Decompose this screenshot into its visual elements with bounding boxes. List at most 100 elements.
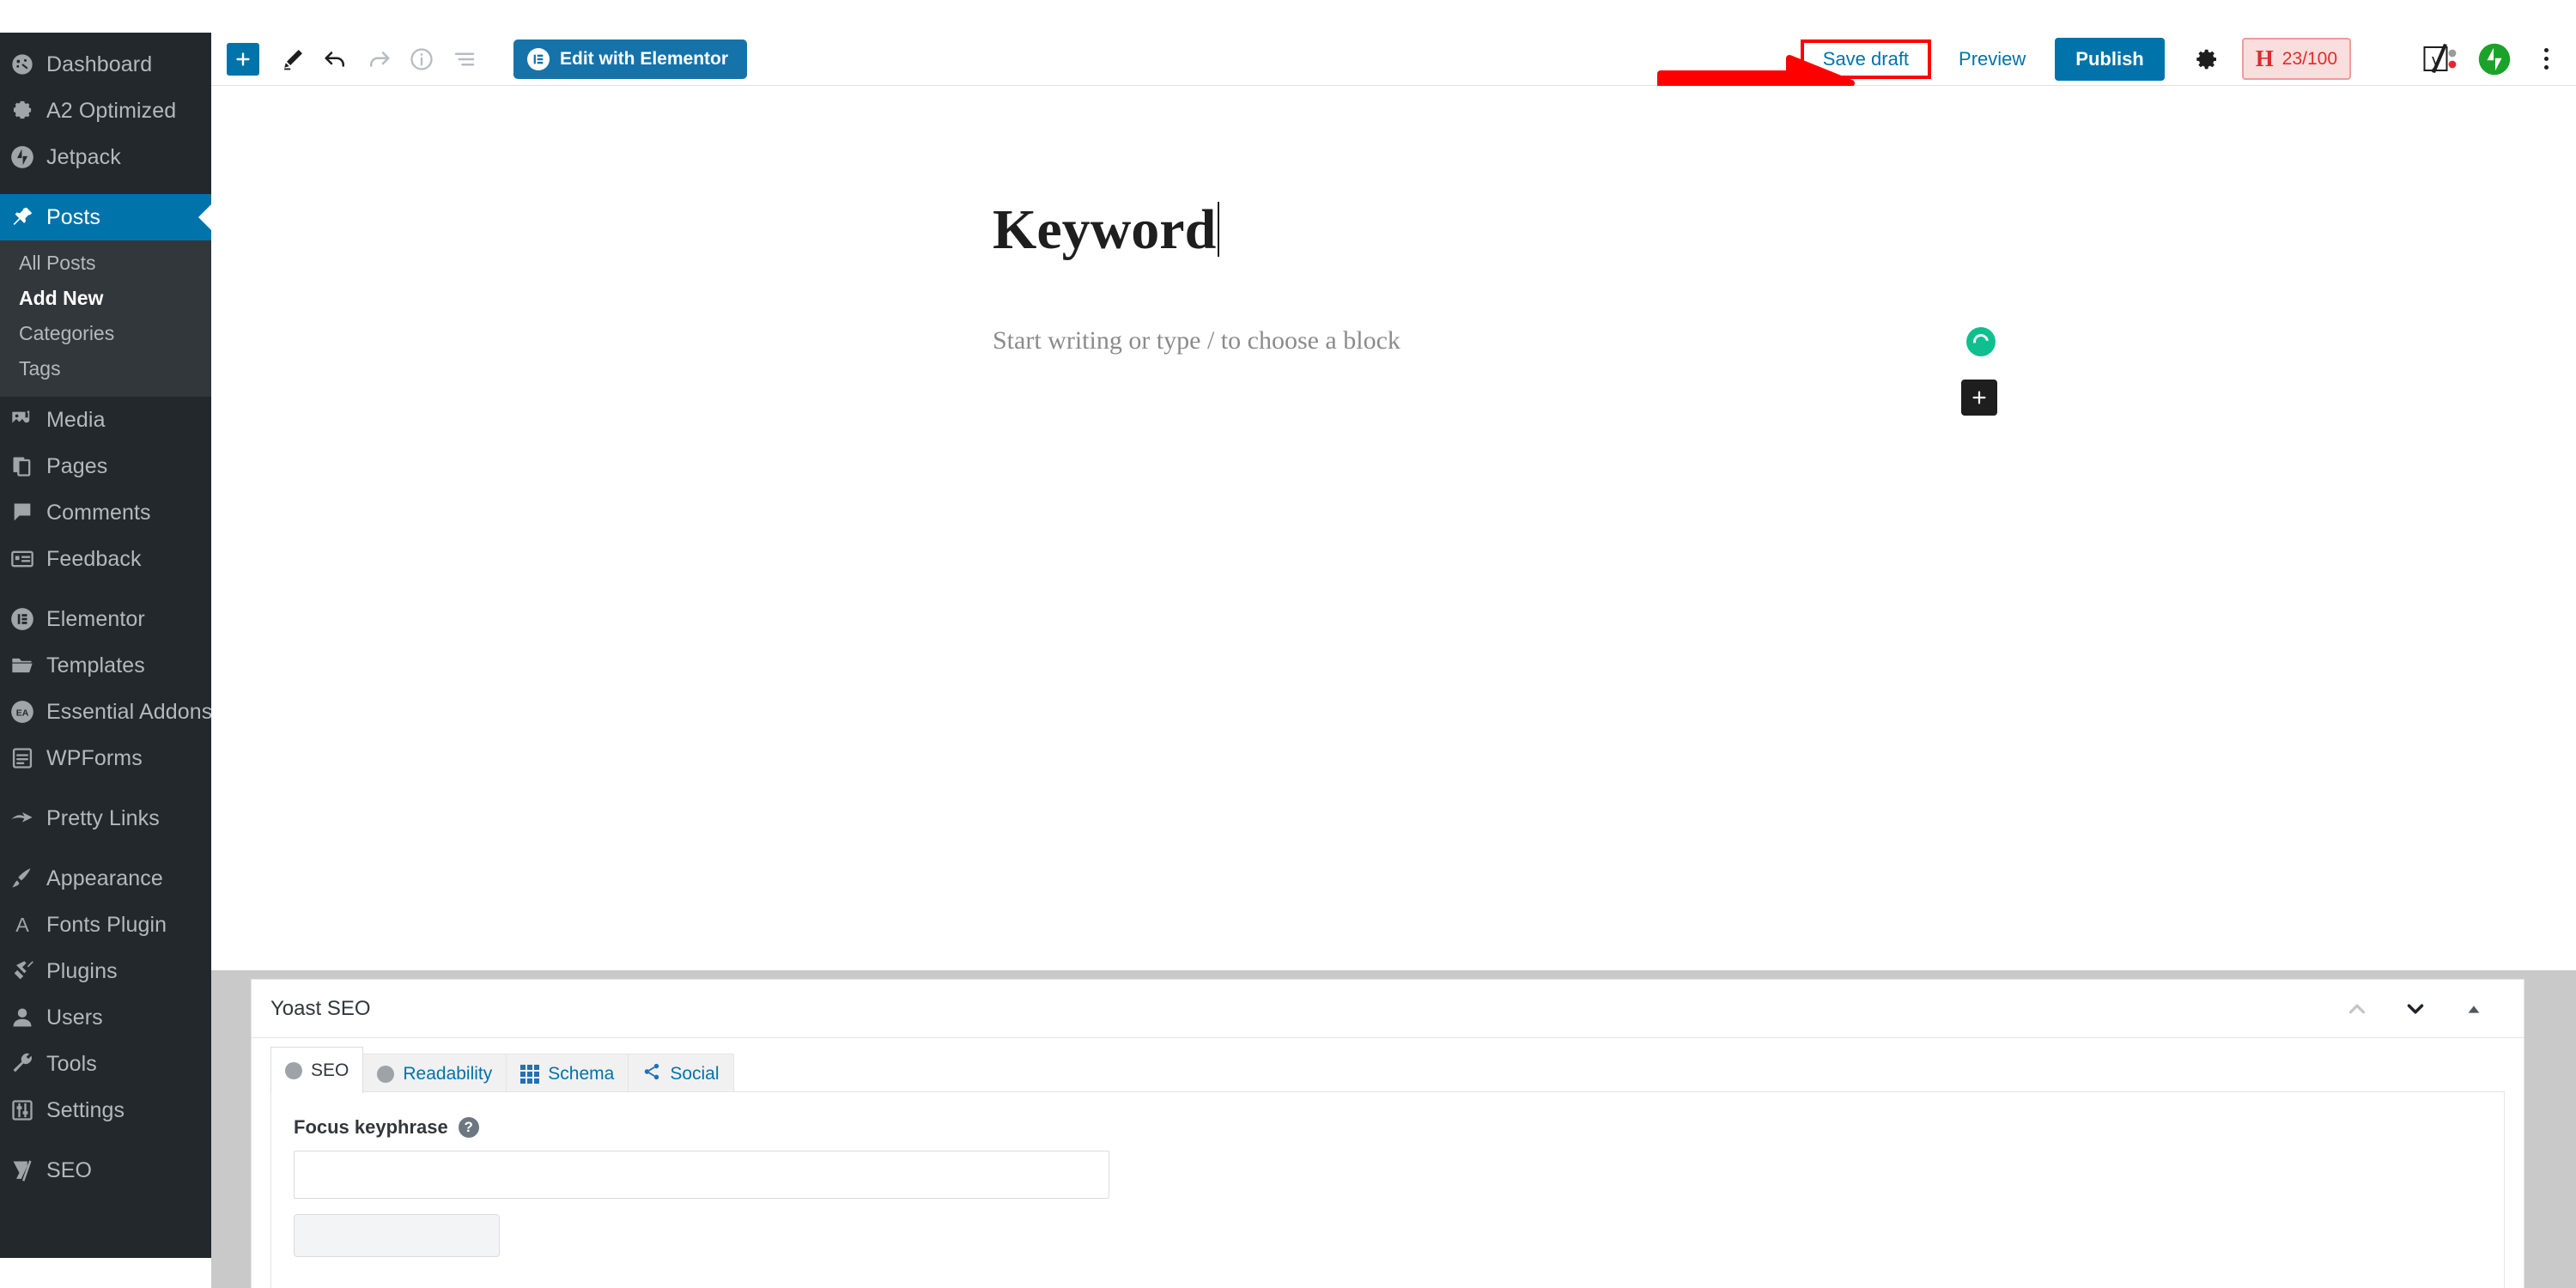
sidebar-item-pages[interactable]: Pages xyxy=(0,443,211,489)
sidebar-item-dashboard[interactable]: Dashboard xyxy=(0,41,211,88)
metabox-header: Yoast SEO xyxy=(252,980,2524,1038)
tab-seo[interactable]: SEO xyxy=(270,1047,364,1093)
admin-sidebar: Dashboard A2 Optimized Jetpack Posts All… xyxy=(0,33,213,1258)
svg-text:A: A xyxy=(15,914,29,936)
sidebar-item-feedback[interactable]: Feedback xyxy=(0,536,211,582)
sidebar-item-media[interactable]: Media xyxy=(0,397,211,443)
sidebar-item-settings[interactable]: Settings xyxy=(0,1087,211,1133)
sidebar-item-label: Templates xyxy=(46,653,145,677)
sidebar-item-label: Settings xyxy=(46,1097,125,1122)
block-inserter-button[interactable] xyxy=(1961,380,1997,416)
feedback-icon xyxy=(10,544,46,574)
sidebar-item-comments[interactable]: Comments xyxy=(0,489,211,536)
sidebar-item-label: Jetpack xyxy=(46,144,121,169)
pencil-icon[interactable] xyxy=(271,38,314,81)
sidebar-item-label: Media xyxy=(46,407,106,432)
metabox-area: Yoast SEO SEO Readability Schema Social … xyxy=(211,970,2576,1288)
sidebar-separator xyxy=(0,781,211,795)
submenu-item-all-posts[interactable]: All Posts xyxy=(0,246,211,281)
gear-icon xyxy=(10,96,46,125)
tab-social[interactable]: Social xyxy=(628,1054,734,1093)
focus-keyphrase-input[interactable] xyxy=(294,1151,1109,1199)
post-title-field[interactable]: Keyword xyxy=(993,202,1220,258)
sidebar-item-a2-optimized[interactable]: A2 Optimized xyxy=(0,88,211,134)
sidebar-item-jetpack[interactable]: Jetpack xyxy=(0,134,211,180)
edit-with-elementor-label: Edit with Elementor xyxy=(560,48,729,69)
sidebar-item-appearance[interactable]: Appearance xyxy=(0,855,211,902)
sidebar-item-label: A2 Optimized xyxy=(46,98,177,123)
sidebar-item-templates[interactable]: Templates xyxy=(0,642,211,689)
submenu-item-categories[interactable]: Categories xyxy=(0,316,211,351)
list-view-icon[interactable] xyxy=(443,38,486,81)
sidebar-item-elementor[interactable]: Elementor xyxy=(0,596,211,642)
tab-readability[interactable]: Readability xyxy=(362,1054,507,1093)
redo-icon xyxy=(357,38,400,81)
sidebar-separator xyxy=(0,582,211,596)
focus-keyphrase-label-row: Focus keyphrase ? xyxy=(294,1116,2482,1139)
block-placeholder-text[interactable]: Start writing or type / to choose a bloc… xyxy=(993,326,1400,355)
tab-label: SEO xyxy=(311,1060,349,1080)
plug-icon xyxy=(10,957,46,986)
sidebar-item-label: Fonts Plugin xyxy=(46,912,167,937)
sidebar-item-label: Essential Addons xyxy=(46,699,213,724)
jetpack-icon xyxy=(10,143,46,172)
submenu-item-add-new[interactable]: Add New xyxy=(0,281,211,316)
sidebar-item-users[interactable]: Users xyxy=(0,994,211,1041)
submenu-item-tags[interactable]: Tags xyxy=(0,351,211,386)
text-caret xyxy=(1218,202,1220,257)
sidebar-item-pretty-links[interactable]: Pretty Links xyxy=(0,795,211,841)
edit-with-elementor-button[interactable]: Edit with Elementor xyxy=(513,39,748,79)
settings-gear-icon[interactable] xyxy=(2184,37,2228,82)
sidebar-item-label: Pages xyxy=(46,453,108,478)
toolbar-left-group: Edit with Elementor xyxy=(211,38,748,81)
hemingway-score-badge[interactable]: H 23/100 xyxy=(2241,38,2351,80)
wpforms-icon xyxy=(10,744,46,773)
sidebar-item-essential-addons[interactable]: EA Essential Addons xyxy=(0,689,213,735)
sidebar-item-posts[interactable]: Posts xyxy=(0,194,211,240)
media-icon xyxy=(10,405,46,434)
metabox-right-gutter xyxy=(2524,970,2576,1288)
help-icon[interactable]: ? xyxy=(458,1117,479,1138)
pages-icon xyxy=(10,452,46,481)
sidebar-item-seo[interactable]: SEO xyxy=(0,1147,211,1194)
yoast-seo-tab-panel: Focus keyphrase ? xyxy=(270,1091,2505,1288)
grid-icon xyxy=(520,1064,540,1084)
user-icon xyxy=(10,1003,46,1032)
tab-label: Social xyxy=(670,1063,720,1084)
kebab-menu-icon[interactable] xyxy=(2531,39,2561,79)
metabox-title: Yoast SEO xyxy=(270,996,371,1020)
sidebar-item-plugins[interactable]: Plugins xyxy=(0,948,211,994)
elementor-icon xyxy=(527,47,550,70)
yoast-icon[interactable]: y xyxy=(2423,42,2459,76)
move-down-icon[interactable] xyxy=(2386,984,2445,1034)
hemingway-letter: H xyxy=(2255,46,2274,71)
undo-icon[interactable] xyxy=(314,38,357,81)
editor-toolbar: Edit with Elementor Save draft Preview P… xyxy=(211,33,2576,86)
letter-a-icon: A xyxy=(10,910,46,939)
posts-submenu: All Posts Add New Categories Tags xyxy=(0,240,211,397)
keyphrase-secondary-button[interactable] xyxy=(294,1214,500,1257)
yoast-tabs: SEO Readability Schema Social xyxy=(270,1047,734,1093)
spinner-icon xyxy=(1966,327,1996,356)
tab-schema[interactable]: Schema xyxy=(506,1054,629,1093)
info-icon[interactable] xyxy=(400,38,443,81)
sidebar-item-label: Tools xyxy=(46,1051,97,1076)
sidebar-separator xyxy=(0,1133,211,1147)
add-block-icon[interactable] xyxy=(227,42,259,76)
jetpack-icon[interactable] xyxy=(2478,43,2511,76)
sidebar-item-fonts-plugin[interactable]: A Fonts Plugin xyxy=(0,902,211,948)
elementor-icon xyxy=(10,605,46,634)
toggle-panel-icon[interactable] xyxy=(2445,984,2503,1034)
status-dot-icon xyxy=(377,1065,395,1083)
preview-button[interactable]: Preview xyxy=(1945,43,2039,76)
sidebar-item-label: Comments xyxy=(46,500,151,525)
publish-button[interactable]: Publish xyxy=(2055,37,2165,81)
save-draft-highlight-box: Save draft xyxy=(1800,39,1932,79)
save-draft-button[interactable]: Save draft xyxy=(1811,43,1921,75)
window-top-strip xyxy=(0,0,2576,33)
metabox-controls xyxy=(2328,984,2524,1034)
share-icon xyxy=(642,1062,661,1086)
sidebar-item-wpforms[interactable]: WPForms xyxy=(0,735,211,781)
sidebar-separator xyxy=(0,841,211,855)
sidebar-item-tools[interactable]: Tools xyxy=(0,1041,211,1087)
